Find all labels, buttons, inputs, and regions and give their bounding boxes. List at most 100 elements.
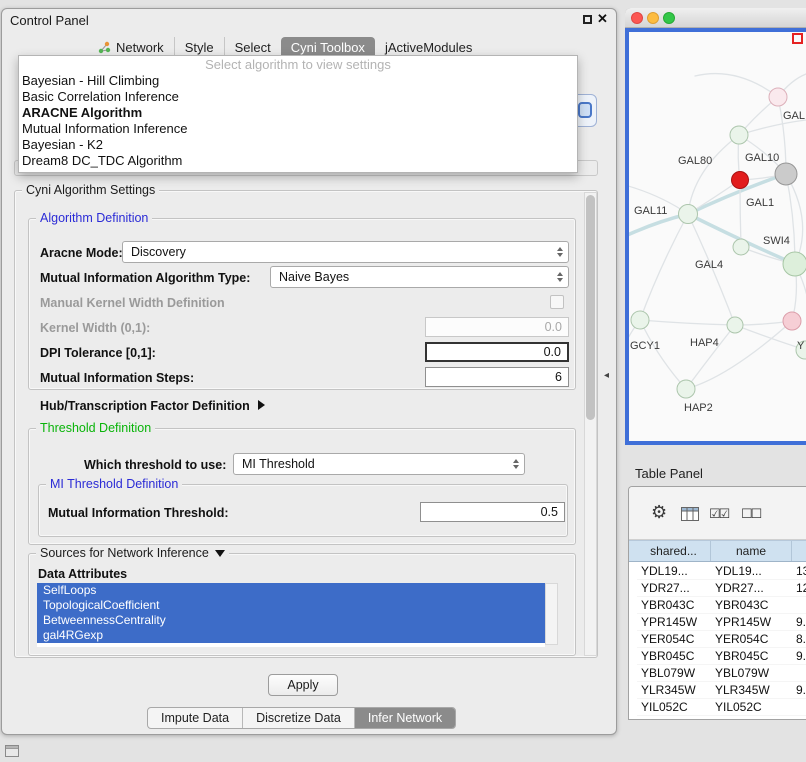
table-cell	[792, 665, 806, 681]
table-row[interactable]: YBR043CYBR043C	[637, 597, 806, 614]
algorithm-menu-item[interactable]: Bayesian - K2	[19, 137, 577, 153]
mi-threshold-label: Mutual Information Threshold:	[48, 506, 229, 520]
threshold-definition-title: Threshold Definition	[36, 421, 155, 435]
mi-steps-field[interactable]: 6	[425, 367, 569, 387]
mi-threshold-field[interactable]: 0.5	[420, 502, 565, 522]
sources-section-toggle[interactable]: Sources for Network Inference	[36, 546, 229, 560]
dpi-tolerance-field[interactable]: 0.0	[425, 342, 569, 362]
network-node[interactable]	[677, 380, 695, 398]
algorithm-menu-item[interactable]: Basic Correlation Inference	[19, 89, 577, 105]
table-row[interactable]: YBR045CYBR045C9.	[637, 648, 806, 665]
table-toolbar: ⚙ ☑☑ ☐☐	[629, 487, 806, 540]
network-node[interactable]	[783, 252, 806, 276]
settings-scrollbar[interactable]	[584, 192, 597, 656]
table-cell: YIL052C	[711, 699, 792, 715]
network-node[interactable]	[769, 88, 787, 106]
chevron-right-icon	[258, 400, 265, 410]
mi-algorithm-type-select[interactable]: Naive Bayes	[270, 266, 569, 288]
combo-arrows-icon	[557, 272, 563, 282]
attributes-list-scrollbar[interactable]	[545, 583, 558, 645]
kernel-width-field[interactable]: 0.0	[425, 317, 569, 337]
restore-window-icon[interactable]	[583, 15, 592, 24]
column-header[interactable]: shared...	[637, 541, 711, 561]
tab-impute-data[interactable]: Impute Data	[148, 708, 243, 728]
network-node-label: GAL	[783, 110, 805, 122]
network-node[interactable]	[631, 311, 649, 329]
algorithm-menu-item[interactable]: Bayesian - Hill Climbing	[19, 73, 577, 89]
cyni-algorithm-settings-title: Cyni Algorithm Settings	[22, 183, 159, 197]
table-cell: 9.	[792, 682, 806, 698]
column-header[interactable]	[792, 541, 806, 561]
table-cell: 12	[792, 580, 806, 596]
mac-zoom-button[interactable]	[663, 12, 675, 24]
combo-arrows-icon	[513, 459, 519, 469]
data-attributes-list: SelfLoops TopologicalCoefficient Between…	[37, 583, 545, 647]
bottom-tabs: Impute Data Discretize Data Infer Networ…	[147, 707, 456, 729]
network-node[interactable]	[732, 172, 749, 189]
algorithm-definition-title: Algorithm Definition	[36, 211, 152, 225]
network-node[interactable]	[679, 205, 698, 224]
network-node[interactable]	[733, 239, 749, 255]
network-node-label: GCY1	[630, 340, 660, 352]
attribute-item-selected[interactable]: gal4RGexp	[37, 628, 545, 643]
table-cell: YER054C	[637, 631, 711, 647]
hub-section-toggle[interactable]: Hub/Transcription Factor Definition	[40, 399, 265, 413]
network-node[interactable]	[727, 317, 743, 333]
close-window-icon[interactable]: ✕	[597, 11, 608, 27]
apply-button[interactable]: Apply	[268, 674, 338, 696]
mac-minimize-button[interactable]	[647, 12, 659, 24]
tab-discretize-data[interactable]: Discretize Data	[243, 708, 355, 728]
table-cell: YDL19...	[711, 563, 792, 579]
aracne-mode-select[interactable]: Discovery	[122, 241, 569, 263]
manual-kernel-width-checkbox[interactable]	[550, 295, 564, 309]
table-row[interactable]: YDL19...YDL19...13	[637, 563, 806, 580]
table-header: shared... name	[629, 540, 806, 562]
mini-titlebar	[6, 746, 18, 749]
algorithm-menu-item[interactable]: Mutual Information Inference	[19, 121, 577, 137]
table-panel-title: Table Panel	[635, 466, 703, 481]
hub-section-label: Hub/Transcription Factor Definition	[40, 399, 250, 413]
which-threshold-select[interactable]: MI Threshold	[233, 453, 525, 475]
table-row[interactable]: YPR145WYPR145W9.	[637, 614, 806, 631]
scrollbar-thumb[interactable]	[586, 195, 595, 420]
minimized-window-icon[interactable]	[5, 745, 19, 757]
table-row[interactable]: YER054CYER054C8.	[637, 631, 806, 648]
table-cell	[792, 699, 806, 715]
algorithm-dropdown-popup: Select algorithm to view settings Bayesi…	[18, 55, 578, 173]
network-node[interactable]	[730, 126, 748, 144]
table-cell: YLR345W	[711, 682, 792, 698]
column-header[interactable]: name	[711, 541, 792, 561]
network-node-label: GAL11	[634, 205, 667, 217]
network-node[interactable]	[775, 163, 797, 185]
attribute-item-selected[interactable]: TopologicalCoefficient	[37, 598, 545, 613]
algorithm-menu-placeholder: Select algorithm to view settings	[19, 57, 577, 73]
deselect-all-icon[interactable]: ☐☐	[741, 506, 760, 522]
network-edge	[640, 214, 688, 320]
table-cell: YBR043C	[637, 597, 711, 613]
mi-threshold-group-title: MI Threshold Definition	[46, 477, 182, 491]
splitter-collapse-icon[interactable]: ◂	[604, 370, 609, 381]
mac-close-button[interactable]	[631, 12, 643, 24]
network-node[interactable]	[783, 312, 801, 330]
select-all-icon[interactable]: ☑☑	[709, 506, 728, 522]
attribute-item-selected[interactable]: SelfLoops	[37, 583, 545, 598]
table-row[interactable]: YBL079WYBL079W	[637, 665, 806, 682]
table-cell: YPR145W	[637, 614, 711, 630]
network-node-label: HAP2	[684, 402, 713, 414]
network-node-label: GAL10	[745, 152, 779, 164]
table-row[interactable]: YLR345WYLR345W9.	[637, 682, 806, 699]
table-cell: YBL079W	[637, 665, 711, 681]
table-row[interactable]: YIL052CYIL052C	[637, 699, 806, 716]
mi-algorithm-type-label: Mutual Information Algorithm Type:	[40, 271, 250, 285]
algorithm-menu-item-selected[interactable]: ARACNE Algorithm	[19, 105, 577, 121]
which-threshold-label: Which threshold to use:	[84, 458, 226, 472]
network-svg: GALGAL80GAL10GAL11GAL1SWI4GAL4GCY1HAP4YH…	[629, 32, 806, 441]
algorithm-menu-item[interactable]: Dream8 DC_TDC Algorithm	[19, 153, 577, 169]
attribute-item-selected[interactable]: BetweennessCentrality	[37, 613, 545, 628]
network-node-label: GAL1	[746, 197, 774, 209]
tab-infer-network[interactable]: Infer Network	[355, 708, 455, 728]
table-cell: YBR045C	[637, 648, 711, 664]
show-columns-icon[interactable]	[681, 507, 699, 524]
gear-icon[interactable]: ⚙	[651, 502, 667, 523]
table-row[interactable]: YDR27...YDR27...12	[637, 580, 806, 597]
